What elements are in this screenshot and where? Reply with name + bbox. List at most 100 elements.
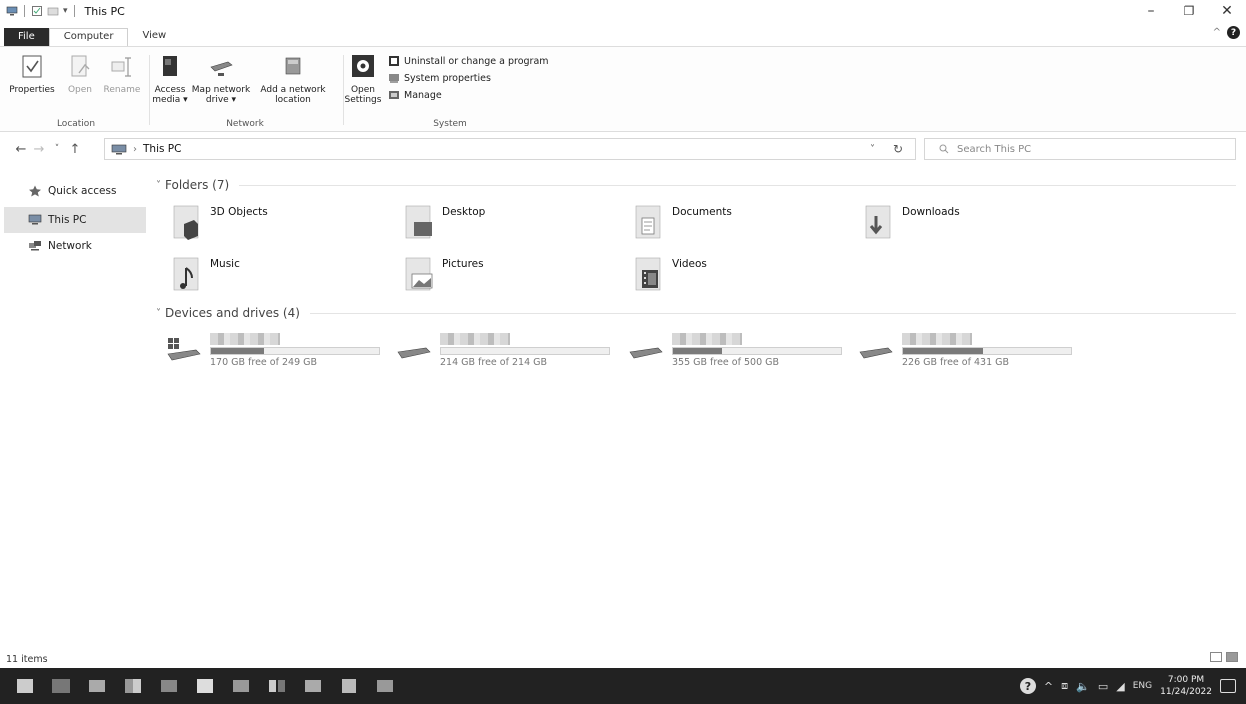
drive-free-space: 226 GB free of 431 GB: [902, 356, 1010, 368]
maximize-button[interactable]: ❐: [1170, 0, 1208, 22]
ribbon-group-system: Open Settings Uninstall or change a prog…: [344, 51, 556, 131]
taskbar-app-icon[interactable]: [194, 677, 216, 695]
sidebar-item-this-pc[interactable]: This PC: [4, 207, 146, 233]
this-pc-icon: [28, 214, 42, 225]
taskbar-app-icon[interactable]: [158, 677, 180, 695]
folder-videos[interactable]: Videos: [634, 254, 707, 298]
star-icon: [29, 185, 41, 197]
taskbar-app-icon[interactable]: [86, 677, 108, 695]
this-pc-icon: [111, 144, 127, 154]
3d-objects-icon: [173, 205, 199, 240]
tab-file[interactable]: File: [4, 28, 49, 46]
folder-downloads[interactable]: Downloads: [864, 202, 960, 246]
drive-info: 226 GB free of 431 GB: [902, 332, 1072, 368]
folders-section-header[interactable]: ˅ Folders (7): [156, 178, 1236, 192]
large-icons-view-icon[interactable]: [1226, 652, 1238, 662]
drive-icon: [859, 347, 893, 359]
help-icon[interactable]: ?: [1227, 26, 1240, 39]
ribbon: Properties Open Rename Location Access m…: [0, 46, 1246, 132]
recent-locations-icon[interactable]: ˅: [48, 144, 66, 154]
properties-button[interactable]: Properties: [8, 53, 56, 95]
customize-qat-icon[interactable]: ▾: [63, 6, 68, 16]
drive-usage-bar: [902, 346, 1072, 355]
notifications-icon[interactable]: [1220, 679, 1236, 693]
details-view-icon[interactable]: [1210, 652, 1222, 662]
forward-arrow-icon[interactable]: →: [30, 142, 48, 157]
title-bar: ▾ This PC – ❐ ✕: [0, 0, 1246, 22]
manage-button[interactable]: Manage: [388, 89, 549, 101]
help-tray-icon[interactable]: ?: [1019, 678, 1036, 694]
rename-label: Rename: [103, 85, 141, 95]
taskbar-app-icon[interactable]: [374, 677, 396, 695]
taskbar-app-icon[interactable]: [50, 677, 72, 695]
drives-section-header[interactable]: ˅ Devices and drives (4): [156, 306, 1236, 320]
taskbar-app-icon[interactable]: [122, 677, 144, 695]
drive-info: 355 GB free of 500 GB: [672, 332, 842, 368]
uninstall-label: Uninstall or change a program: [404, 55, 549, 67]
system-properties-button[interactable]: System properties: [388, 72, 549, 84]
close-button[interactable]: ✕: [1208, 0, 1246, 22]
breadcrumb-chevron-icon[interactable]: ›: [133, 144, 137, 155]
properties-qat-icon[interactable]: [31, 5, 43, 17]
taskbar-app-icon[interactable]: [338, 677, 360, 695]
refresh-icon[interactable]: ↻: [893, 142, 903, 156]
this-pc-icon: [6, 6, 18, 16]
rename-button[interactable]: Rename: [102, 53, 142, 95]
start-icon[interactable]: [14, 677, 36, 695]
open-settings-button[interactable]: Open Settings: [344, 53, 382, 105]
sidebar-item-quick-access[interactable]: Quick access: [0, 178, 150, 204]
open-button[interactable]: Open: [64, 53, 96, 95]
ribbon-tabs: File Computer View ^ ?: [0, 26, 1246, 46]
language-indicator[interactable]: ENG: [1133, 681, 1152, 691]
show-hidden-icons-icon[interactable]: ^: [1044, 680, 1053, 693]
map-network-drive-button[interactable]: Map network drive ▾: [190, 53, 252, 105]
address-bar[interactable]: › This PC ˅ ↻: [104, 138, 916, 160]
folder-desktop[interactable]: Desktop: [404, 202, 485, 246]
taskbar-app-icon[interactable]: [230, 677, 252, 695]
meet-now-icon[interactable]: ⧈: [1061, 679, 1068, 693]
address-dropdown-icon[interactable]: ˅: [870, 144, 875, 155]
pictures-folder-icon: [405, 257, 433, 291]
toolbar-separator: [24, 5, 25, 17]
new-folder-qat-icon[interactable]: [47, 5, 59, 17]
tab-computer[interactable]: Computer: [48, 28, 129, 46]
drive-name-blurred: [440, 332, 510, 345]
collapse-ribbon-icon[interactable]: ^: [1213, 27, 1221, 38]
content-pane: ˅ Folders (7) 3D Objects Desktop Documen…: [150, 172, 1246, 646]
taskbar-app-icon[interactable]: [302, 677, 324, 695]
search-box[interactable]: Search This PC: [924, 138, 1236, 160]
downloads-folder-icon: [865, 205, 891, 239]
wifi-icon[interactable]: ◢: [1116, 680, 1124, 693]
drive-item[interactable]: 226 GB free of 431 GB: [858, 328, 1072, 372]
access-media-button[interactable]: Access media ▾: [150, 53, 190, 105]
drive-item[interactable]: 355 GB free of 500 GB: [628, 328, 842, 372]
window-controls: – ❐ ✕: [1132, 0, 1246, 22]
folders-header-label: Folders (7): [165, 178, 230, 192]
taskbar-app-icon[interactable]: [266, 677, 288, 695]
uninstall-program-button[interactable]: Uninstall or change a program: [388, 55, 549, 67]
search-input[interactable]: Search This PC: [957, 144, 1031, 155]
add-network-location-label: Add a network location: [260, 85, 326, 105]
back-arrow-icon[interactable]: ←: [12, 142, 30, 157]
chevron-down-icon[interactable]: ˅: [156, 308, 161, 319]
battery-icon[interactable]: ▭: [1098, 680, 1108, 693]
sidebar-item-label: Network: [48, 240, 92, 252]
minimize-button[interactable]: –: [1132, 0, 1170, 22]
chevron-down-icon[interactable]: ˅: [156, 180, 161, 191]
folder-music[interactable]: Music: [172, 254, 240, 298]
breadcrumb-this-pc[interactable]: This PC: [143, 143, 181, 155]
drive-item[interactable]: 170 GB free of 249 GB: [166, 328, 380, 372]
drive-item[interactable]: 214 GB free of 214 GB: [396, 328, 610, 372]
add-network-location-button[interactable]: Add a network location: [256, 53, 330, 105]
section-divider: [309, 312, 1236, 314]
gear-icon: [352, 55, 374, 77]
folder-pictures[interactable]: Pictures: [404, 254, 484, 298]
up-arrow-icon[interactable]: ↑: [66, 142, 84, 157]
clock[interactable]: 7:00 PM 11/24/2022: [1160, 674, 1212, 698]
open-label: Open: [67, 85, 93, 95]
volume-icon[interactable]: 🔈: [1076, 680, 1090, 693]
tab-view[interactable]: View: [128, 28, 180, 46]
folder-3d-objects[interactable]: 3D Objects: [172, 202, 268, 246]
folder-documents[interactable]: Documents: [634, 202, 732, 246]
sidebar-item-network[interactable]: Network: [0, 233, 150, 259]
